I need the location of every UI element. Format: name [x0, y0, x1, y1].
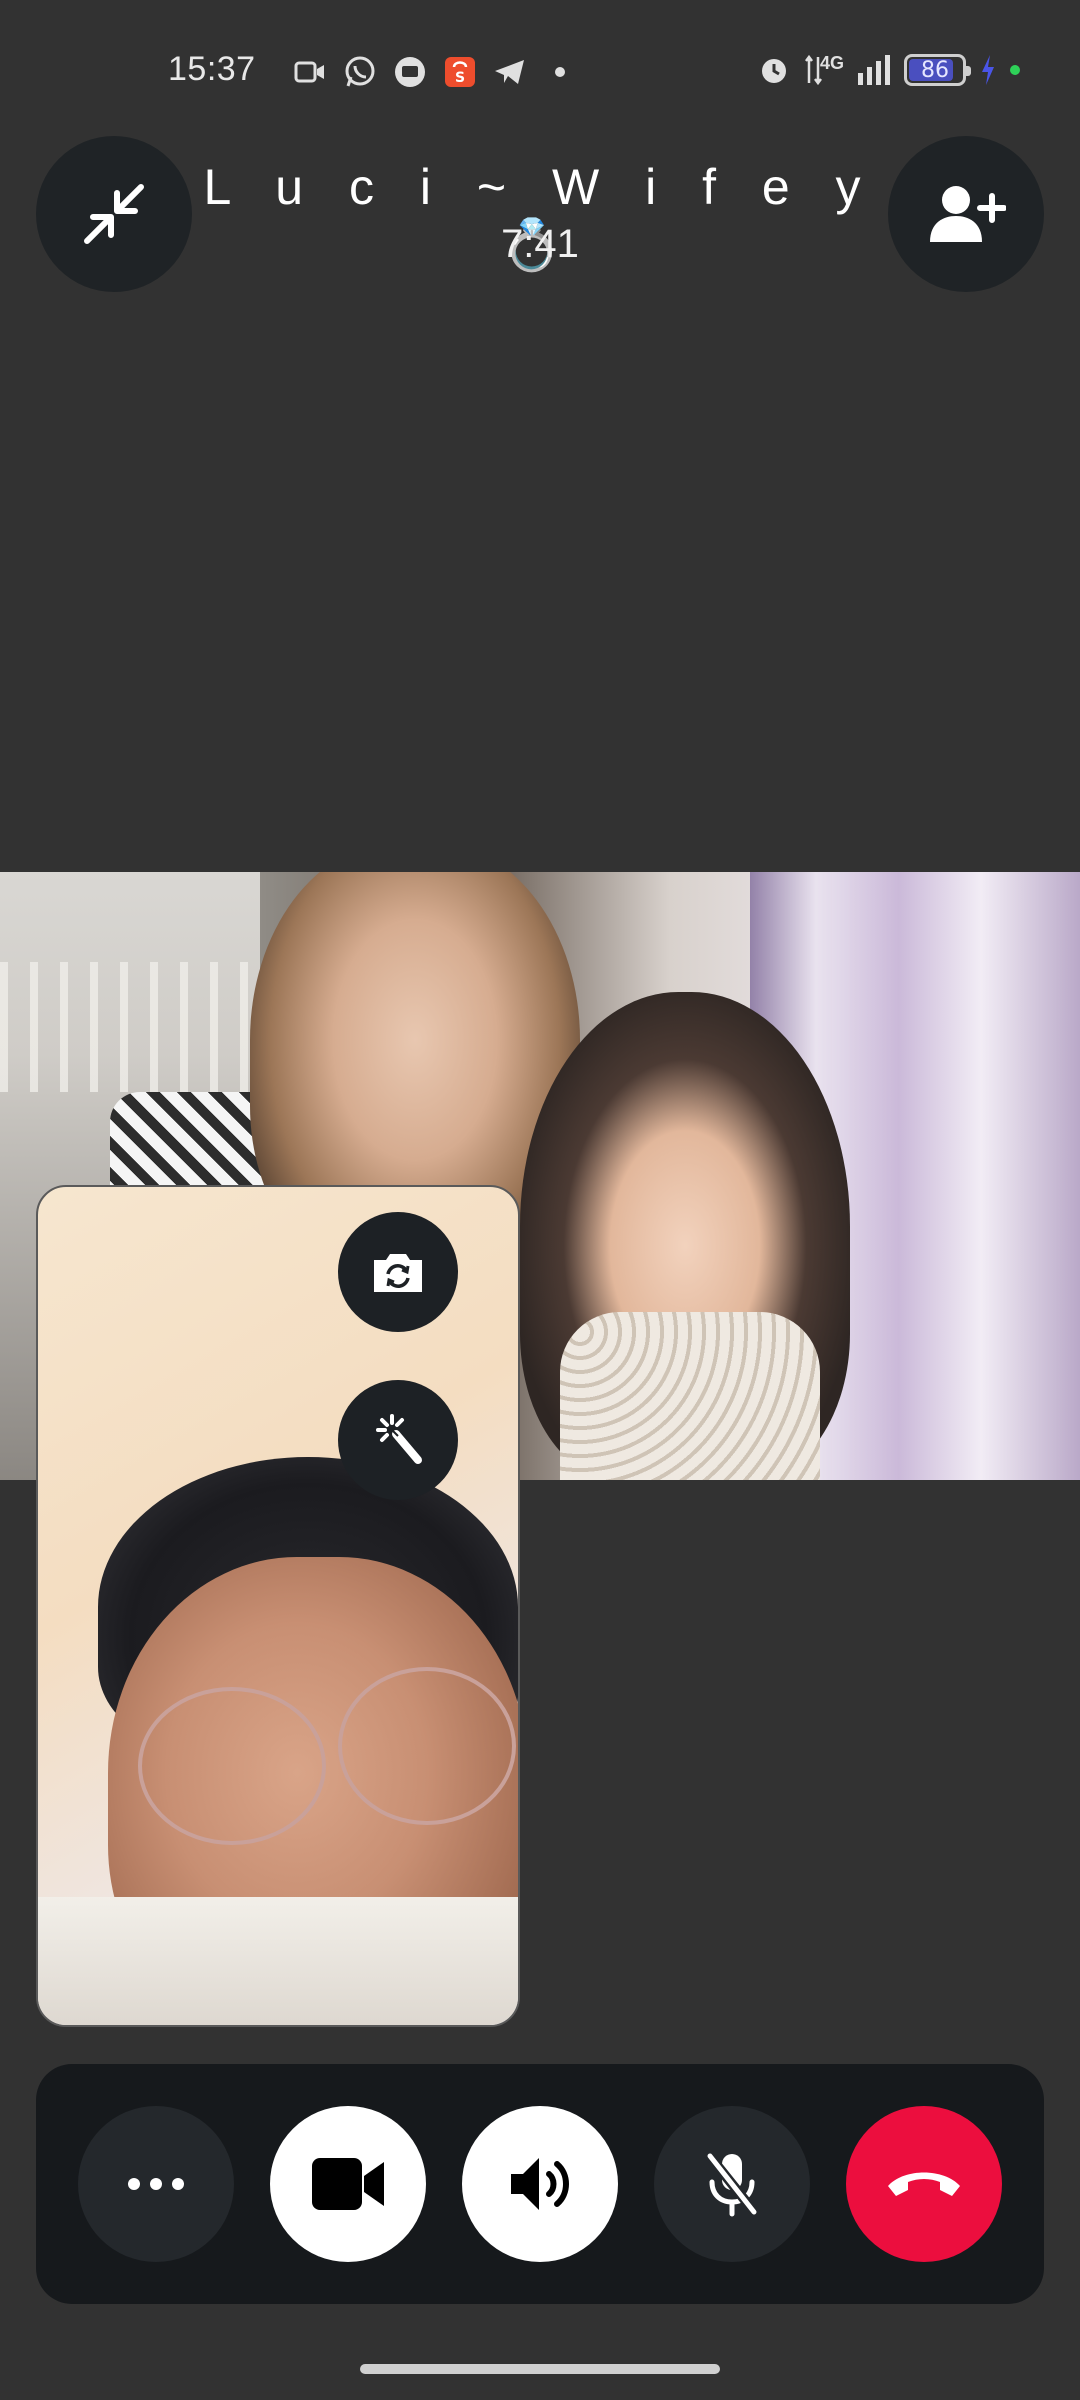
- self-person: [138, 1687, 326, 1845]
- video-camera-icon: [312, 2158, 384, 2210]
- svg-text:S: S: [455, 70, 465, 86]
- end-call-button[interactable]: [846, 2106, 1002, 2262]
- speaker-icon: [511, 2158, 569, 2210]
- notification-icons: S: [292, 54, 578, 90]
- whatsapp-icon: [342, 54, 378, 90]
- mic-muted-icon: [703, 2149, 761, 2219]
- minimize-arrows-icon: [84, 184, 144, 244]
- network-type: 4G: [819, 52, 844, 73]
- signal-bars-icon: [856, 52, 892, 88]
- more-options-button[interactable]: [78, 2106, 234, 2262]
- add-participant-button[interactable]: [888, 136, 1044, 292]
- video-call-icon: [292, 54, 328, 90]
- telegram-icon: [492, 54, 528, 90]
- alarm-icon: [756, 52, 792, 88]
- minimize-call-button[interactable]: [36, 136, 192, 292]
- add-person-icon: [930, 186, 1006, 242]
- battery-percent: 86: [921, 57, 949, 83]
- video-toggle-button[interactable]: [270, 2106, 426, 2262]
- remote-person: [560, 1312, 820, 1480]
- call-controls: [36, 2064, 1044, 2304]
- self-person: [38, 1897, 518, 2025]
- flip-camera-icon: [374, 1254, 422, 1292]
- flip-camera-button[interactable]: [338, 1212, 458, 1332]
- mute-toggle-button[interactable]: [654, 2106, 810, 2262]
- more-dot-icon: [542, 54, 578, 90]
- video-background: [0, 962, 250, 1092]
- home-indicator[interactable]: [360, 2364, 720, 2374]
- system-icons: 4G 86: [756, 52, 1020, 88]
- speaker-toggle-button[interactable]: [462, 2106, 618, 2262]
- magic-wand-icon: [376, 1414, 422, 1464]
- charging-icon: [978, 52, 998, 88]
- more-icon: [128, 2178, 184, 2190]
- privacy-dot: [1010, 65, 1020, 75]
- status-time: 15:37: [168, 50, 256, 88]
- call-duration: 7:41: [501, 222, 579, 266]
- status-bar: 15:37 S 4G 86: [0, 0, 1080, 140]
- message-bubble-icon: [392, 54, 428, 90]
- self-video-preview[interactable]: [36, 1185, 520, 2027]
- battery-indicator: 86: [904, 54, 971, 86]
- battery-tip: [966, 66, 971, 76]
- shopee-icon: S: [442, 54, 478, 90]
- self-person: [338, 1667, 516, 1825]
- end-call-icon: [888, 2172, 960, 2196]
- effects-button[interactable]: [338, 1380, 458, 1500]
- signal-4g-icon: 4G: [804, 52, 844, 88]
